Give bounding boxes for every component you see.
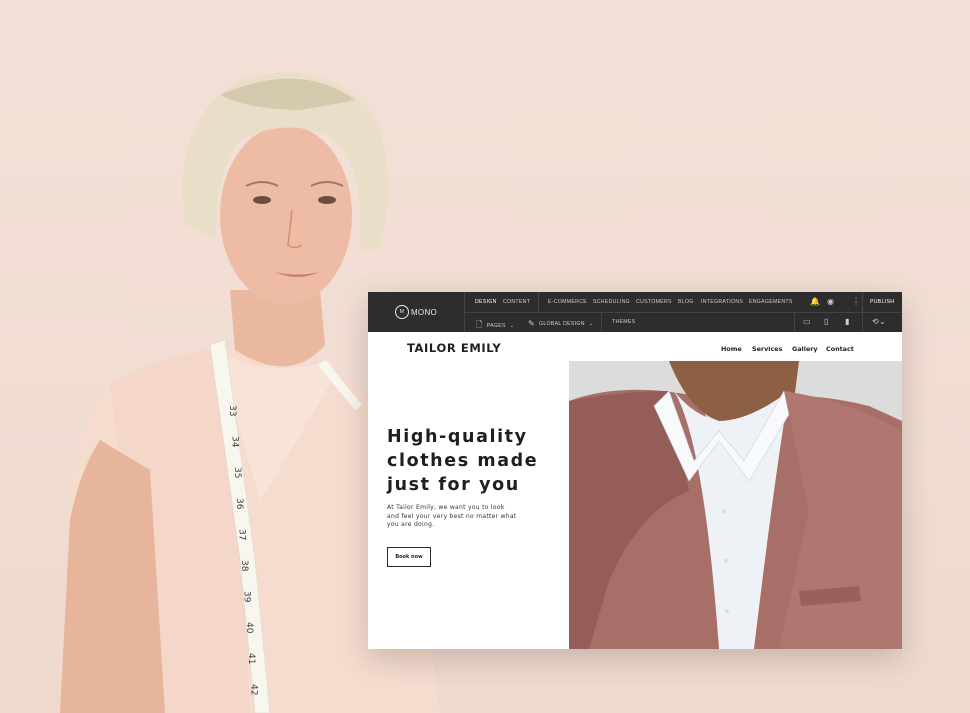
hero-headline: High-quality clothes made just for you [387, 427, 539, 495]
publish-button[interactable]: PUBLISH [870, 299, 894, 305]
tab-blog[interactable]: BLOG [678, 299, 694, 305]
themes-button[interactable]: THEMES [612, 319, 635, 325]
tab-integrations[interactable]: INTEGRATIONS [701, 299, 743, 305]
nav-gallery[interactable]: Gallery [792, 345, 818, 353]
mobile-icon[interactable]: ▮ [845, 317, 850, 326]
nav-contact[interactable]: Contact [826, 345, 854, 353]
tab-engagements[interactable]: ENGAGEMENTS [749, 299, 793, 305]
page-icon: 🗋 [476, 320, 483, 329]
logo-text: MONO [410, 307, 438, 317]
history-icon[interactable]: ⟲⌄ [872, 317, 886, 326]
site-brand[interactable]: TAILOR EMILY [407, 341, 501, 355]
tab-design[interactable]: DESIGN [475, 299, 497, 305]
pages-dropdown[interactable]: 🗋 PAGES ⌄ [476, 319, 514, 333]
tab-ecommerce[interactable]: E-COMMERCE [548, 299, 587, 305]
tab-content[interactable]: CONTENT [503, 299, 530, 305]
site-header: TAILOR EMILY Home Services Gallery Conta… [368, 332, 902, 361]
tape-number: 34 [229, 436, 239, 448]
tape-number: 41 [246, 653, 256, 664]
mono-logo[interactable]: M MONO [368, 292, 465, 332]
chevron-down-icon: ⌄ [588, 320, 594, 327]
tab-scheduling[interactable]: SCHEDULING [593, 299, 630, 305]
tape-number: 37 [237, 529, 247, 540]
hero-photo [569, 361, 902, 649]
tape-number: 40 [244, 622, 254, 634]
book-now-button[interactable]: Book now [387, 547, 431, 567]
tape-number: 42 [249, 684, 259, 695]
bell-icon[interactable]: 🔔 [810, 297, 820, 306]
eye-icon[interactable]: ◉ [827, 297, 834, 306]
tape-number: 39 [241, 591, 251, 603]
tablet-icon[interactable]: ▯ [824, 317, 829, 326]
editor-main-tabs: DESIGN CONTENT E-COMMERCE SCHEDULING CUS… [465, 292, 902, 313]
nav-home[interactable]: Home [721, 345, 742, 353]
design-icon: ✎ [528, 319, 536, 328]
hero-subtext: At Tailor Emily, we want you to look and… [387, 504, 517, 528]
tape-number: 38 [239, 560, 249, 572]
chevron-down-icon: ⌄ [509, 323, 515, 329]
editor-sub-toolbar: 🗋 PAGES ⌄ ✎ GLOBAL DESIGN ⌄ THEMES ▭ ▯ ▮… [465, 313, 902, 332]
desktop-icon[interactable]: ▭ [803, 317, 811, 326]
global-design-dropdown[interactable]: ✎ GLOBAL DESIGN ⌄ [528, 319, 593, 328]
nav-services[interactable]: Services [752, 345, 782, 353]
editor-toolbar: M MONO DESIGN CONTENT E-COMMERCE SCHEDUL… [368, 292, 902, 332]
website-editor-window: M MONO DESIGN CONTENT E-COMMERCE SCHEDUL… [368, 292, 902, 649]
tape-number: 33 [227, 405, 237, 416]
tape-number: 36 [234, 498, 244, 510]
hero-text-panel: High-quality clothes made just for you A… [368, 361, 568, 649]
logo-mark-icon: M [394, 305, 409, 319]
tape-number: 35 [232, 467, 242, 478]
tab-customers[interactable]: CUSTOMERS [636, 299, 672, 305]
more-icon[interactable]: ⋮ [852, 297, 860, 306]
